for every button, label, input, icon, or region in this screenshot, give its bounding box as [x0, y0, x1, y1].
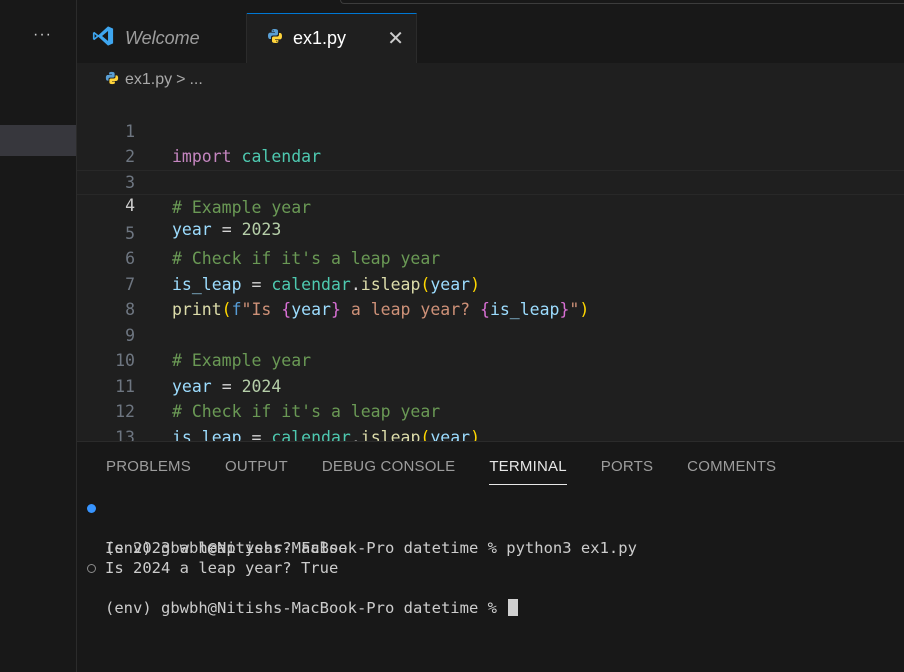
code-line-current: 4 year = 2023: [77, 169, 904, 239]
tab-label: Welcome: [125, 27, 200, 48]
vscode-logo-icon: [91, 25, 115, 52]
terminal-line: Is 2024 a leap year? True: [105, 559, 339, 577]
terminal-prompt-line: (env) gbwbh@Nitishs-MacBook-Pro datetime…: [77, 558, 904, 617]
tab-welcome[interactable]: Welcome: [77, 13, 247, 63]
code-line: 10 year = 2024: [77, 323, 904, 396]
sidebar: ···: [0, 0, 77, 672]
code-line: 3 # Example year: [77, 144, 904, 218]
tab-output[interactable]: OUTPUT: [225, 458, 288, 482]
breadcrumb-separator: >: [176, 71, 186, 88]
python-file-icon: [105, 71, 119, 90]
breadcrumb: ex1.py > ...: [105, 69, 203, 91]
command-pending-icon: [87, 564, 96, 573]
breadcrumb-file[interactable]: ex1.py: [125, 71, 172, 89]
terminal-line: (env) gbwbh@Nitishs-MacBook-Pro datetime…: [77, 498, 904, 557]
tab-debug-console[interactable]: DEBUG CONSOLE: [322, 458, 455, 482]
code-line: 12 is_leap = calendar.isleap(year): [77, 374, 904, 447]
code-line: 2: [77, 119, 904, 166]
more-actions-icon[interactable]: ···: [33, 26, 52, 44]
code-line: 6 is_leap = calendar.isleap(year): [77, 221, 904, 294]
terminal-line: Is 2023 a leap year? False: [105, 539, 348, 557]
tab-problems[interactable]: PROBLEMS: [106, 458, 191, 482]
code-line: 8: [77, 272, 904, 319]
code-line: 13 print(f"Is {year} a leap year? {is_le…: [77, 399, 904, 473]
terminal-cursor: [508, 599, 519, 616]
code-line: 11 # Check if it's a leap year: [77, 348, 904, 422]
code-line: 1 import calendar: [77, 93, 904, 167]
tab-terminal[interactable]: TERMINAL: [489, 458, 568, 485]
code-line: 9 # Example year: [77, 297, 904, 371]
code-lines: 1 import calendar 2 3 # Example year 4 y…: [77, 93, 904, 473]
tab-ex1-py[interactable]: ex1.py ✕: [247, 13, 417, 63]
code-editor[interactable]: ex1.py > ... 1 import calendar 2 3 # Exa…: [77, 63, 904, 473]
code-line: 5 # Check if it's a leap year: [77, 195, 904, 269]
breadcrumb-symbol[interactable]: ...: [189, 71, 202, 89]
sidebar-selected-item[interactable]: [0, 125, 76, 156]
tab-ports[interactable]: PORTS: [601, 458, 653, 482]
bottom-panel: PROBLEMS OUTPUT DEBUG CONSOLE TERMINAL P…: [77, 441, 904, 672]
window-top-border: [340, 0, 904, 4]
code-line: 7 print(f"Is {year} a leap year? {is_lea…: [77, 246, 904, 320]
terminal[interactable]: (env) gbwbh@Nitishs-MacBook-Pro datetime…: [77, 498, 904, 617]
panel-tabs: PROBLEMS OUTPUT DEBUG CONSOLE TERMINAL P…: [106, 458, 810, 485]
tab-label: ex1.py: [293, 28, 347, 48]
tab-comments[interactable]: COMMENTS: [687, 458, 776, 482]
python-file-icon: [267, 28, 283, 49]
command-success-icon[interactable]: [87, 504, 96, 513]
close-icon[interactable]: ✕: [387, 26, 404, 51]
editor-tab-bar: Welcome ex1.py ✕: [77, 13, 904, 63]
